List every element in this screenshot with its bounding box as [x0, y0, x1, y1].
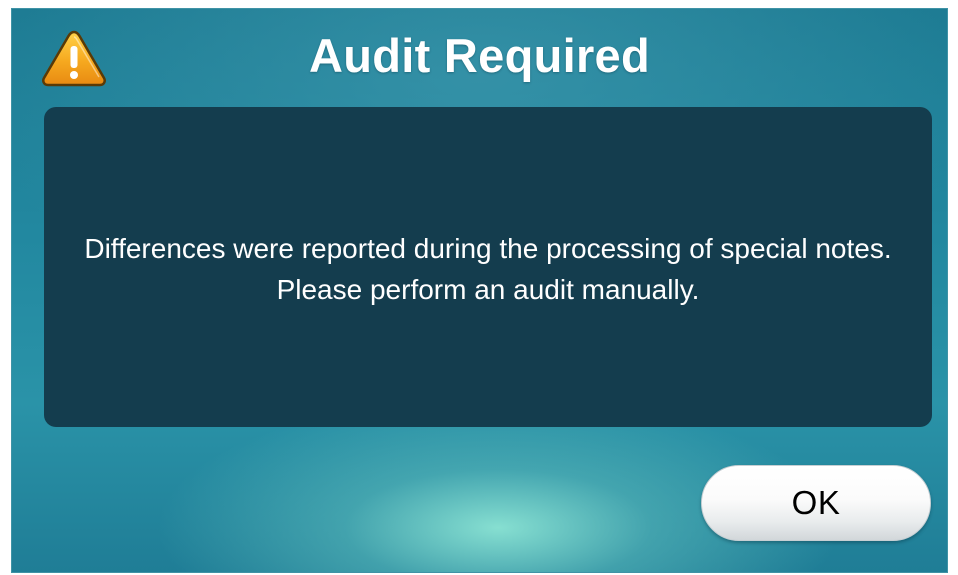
dialog-title: Audit Required — [308, 29, 651, 82]
ok-button[interactable]: OK — [701, 465, 931, 541]
dialog-message: Differences were reported during the pro… — [84, 233, 892, 305]
dialog-title-bar: Audit Required — [11, 8, 948, 106]
message-panel: Differences were reported during the pro… — [44, 107, 932, 427]
ok-button-label: OK — [791, 484, 841, 521]
audit-required-dialog: Audit Required Differences were reported… — [11, 8, 948, 573]
